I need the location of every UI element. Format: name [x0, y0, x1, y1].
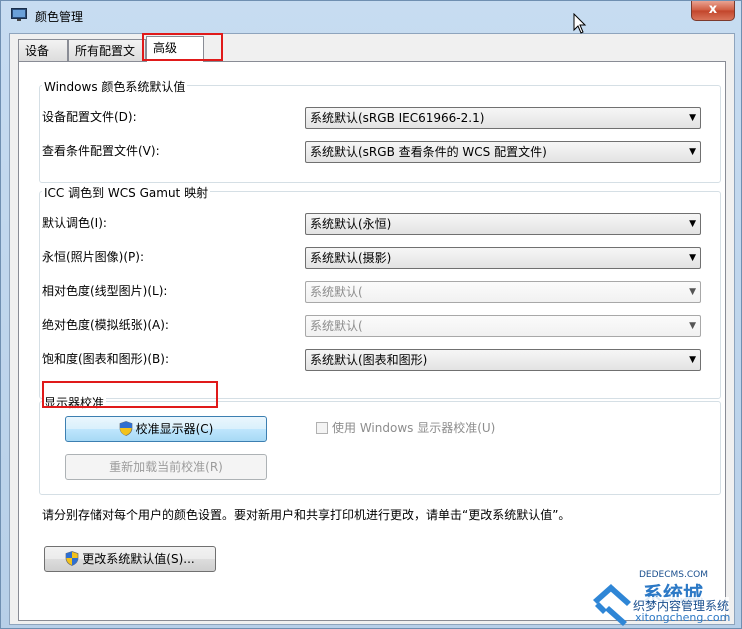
device-profile-select[interactable]: 系统默认(sRGB IEC61966-2.1) ▼	[305, 107, 701, 129]
absolute-colorimetric-label: 绝对色度(模拟纸张)(A):	[42, 318, 169, 332]
watermark-site: DEDECMS.COM	[639, 570, 708, 580]
mouse-cursor-icon	[573, 13, 587, 34]
dropdown-arrow-icon: ▼	[689, 287, 696, 297]
windows-logo-icon	[593, 584, 631, 626]
viewing-profile-select[interactable]: 系统默认(sRGB 查看条件的 WCS 配置文件) ▼	[305, 141, 701, 163]
viewing-profile-label: 查看条件配置文件(V):	[42, 144, 160, 158]
color-management-window: 颜色管理 x 设备 所有配置文件 高级 Windows 颜色系统默认值 设备配置…	[0, 0, 742, 629]
title-bar[interactable]: 颜色管理 x	[1, 1, 741, 31]
dropdown-arrow-icon: ▼	[689, 253, 696, 263]
dropdown-arrow-icon: ▼	[689, 321, 696, 331]
watermark-url: xitongcheng.com	[635, 611, 731, 624]
calibrate-display-button[interactable]: 校准显示器(C)	[65, 416, 267, 442]
reload-calibration-button[interactable]: 重新加载当前校准(R)	[65, 454, 267, 480]
shield-icon	[119, 421, 132, 436]
default-intent-label: 默认调色(I):	[42, 216, 107, 230]
window-title: 颜色管理	[35, 10, 84, 24]
calibration-highlight	[42, 381, 218, 408]
saturation-select[interactable]: 系统默认(图表和图形) ▼	[305, 349, 701, 371]
dropdown-arrow-icon: ▼	[689, 147, 696, 157]
dropdown-arrow-icon: ▼	[689, 113, 696, 123]
watermark: 系统城 织梦内容管理系统 xitongcheng.com DEDECMS.COM	[585, 570, 735, 626]
advanced-tab-highlight	[142, 33, 223, 61]
dropdown-arrow-icon: ▼	[689, 219, 696, 229]
close-button[interactable]: x	[691, 1, 735, 21]
saturation-label: 饱和度(图表和图形)(B):	[42, 352, 170, 366]
default-intent-select[interactable]: 系统默认(永恒) ▼	[305, 213, 701, 235]
perceptual-label: 永恒(照片图像)(P):	[42, 250, 145, 264]
relative-colorimetric-label: 相对色度(线型图片)(L):	[42, 284, 168, 298]
close-icon: x	[708, 2, 718, 17]
windows-defaults-label: Windows 颜色系统默认值	[42, 78, 188, 95]
icc-mapping-label: ICC 调色到 WCS Gamut 映射	[42, 184, 211, 201]
windows-defaults-group	[39, 85, 721, 183]
device-profile-label: 设备配置文件(D):	[42, 110, 137, 124]
shield-icon	[65, 551, 79, 566]
dropdown-arrow-icon: ▼	[689, 355, 696, 365]
monitor-icon	[11, 8, 27, 21]
perceptual-select[interactable]: 系统默认(摄影) ▼	[305, 247, 701, 269]
info-text: 请分别存储对每个用户的颜色设置。要对新用户和共享打印机进行更改，请单击“更改系统…	[42, 508, 571, 522]
change-system-defaults-button[interactable]: 更改系统默认值(S)...	[44, 546, 216, 572]
tab-devices[interactable]: 设备	[18, 39, 68, 61]
absolute-colorimetric-select[interactable]: 系统默认(▼	[305, 315, 701, 337]
tab-all-profiles[interactable]: 所有配置文件	[68, 39, 146, 75]
relative-colorimetric-select[interactable]: 系统默认(▼	[305, 281, 701, 303]
advanced-panel: Windows 颜色系统默认值 设备配置文件(D): 系统默认(sRGB IEC…	[18, 61, 726, 621]
dialog-client: 设备 所有配置文件 高级 Windows 颜色系统默认值 设备配置文件(D): …	[9, 33, 735, 625]
use-windows-calibration-label: 使用 Windows 显示器校准(U)	[332, 421, 496, 435]
use-windows-calibration-checkbox[interactable]	[316, 422, 328, 434]
